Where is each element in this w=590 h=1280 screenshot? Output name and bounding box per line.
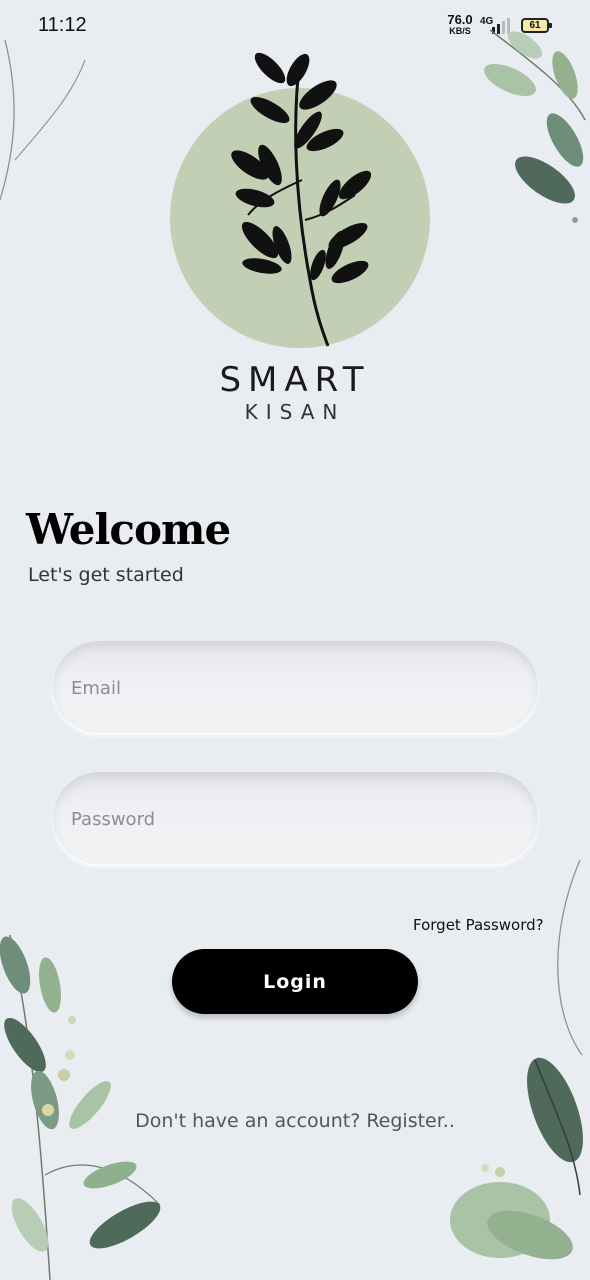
plant-logo-icon xyxy=(231,52,372,347)
email-field-container xyxy=(53,641,538,735)
leaves-decoration-icon xyxy=(450,859,583,1260)
login-button[interactable]: Login xyxy=(172,949,418,1014)
status-time: 11:12 xyxy=(38,14,87,36)
brand-name: SMART xyxy=(219,360,371,400)
twig-decoration-icon xyxy=(0,40,86,201)
welcome-subtitle: Let's get started xyxy=(28,564,184,586)
register-link[interactable]: Don't have an account? Register.. xyxy=(0,1110,590,1132)
brand-subtitle: KISAN xyxy=(244,400,346,424)
leaves-decoration-icon xyxy=(484,29,586,223)
leaves-decoration-icon xyxy=(0,934,161,1280)
welcome-title: Welcome xyxy=(26,505,231,554)
email-field[interactable] xyxy=(69,641,523,735)
